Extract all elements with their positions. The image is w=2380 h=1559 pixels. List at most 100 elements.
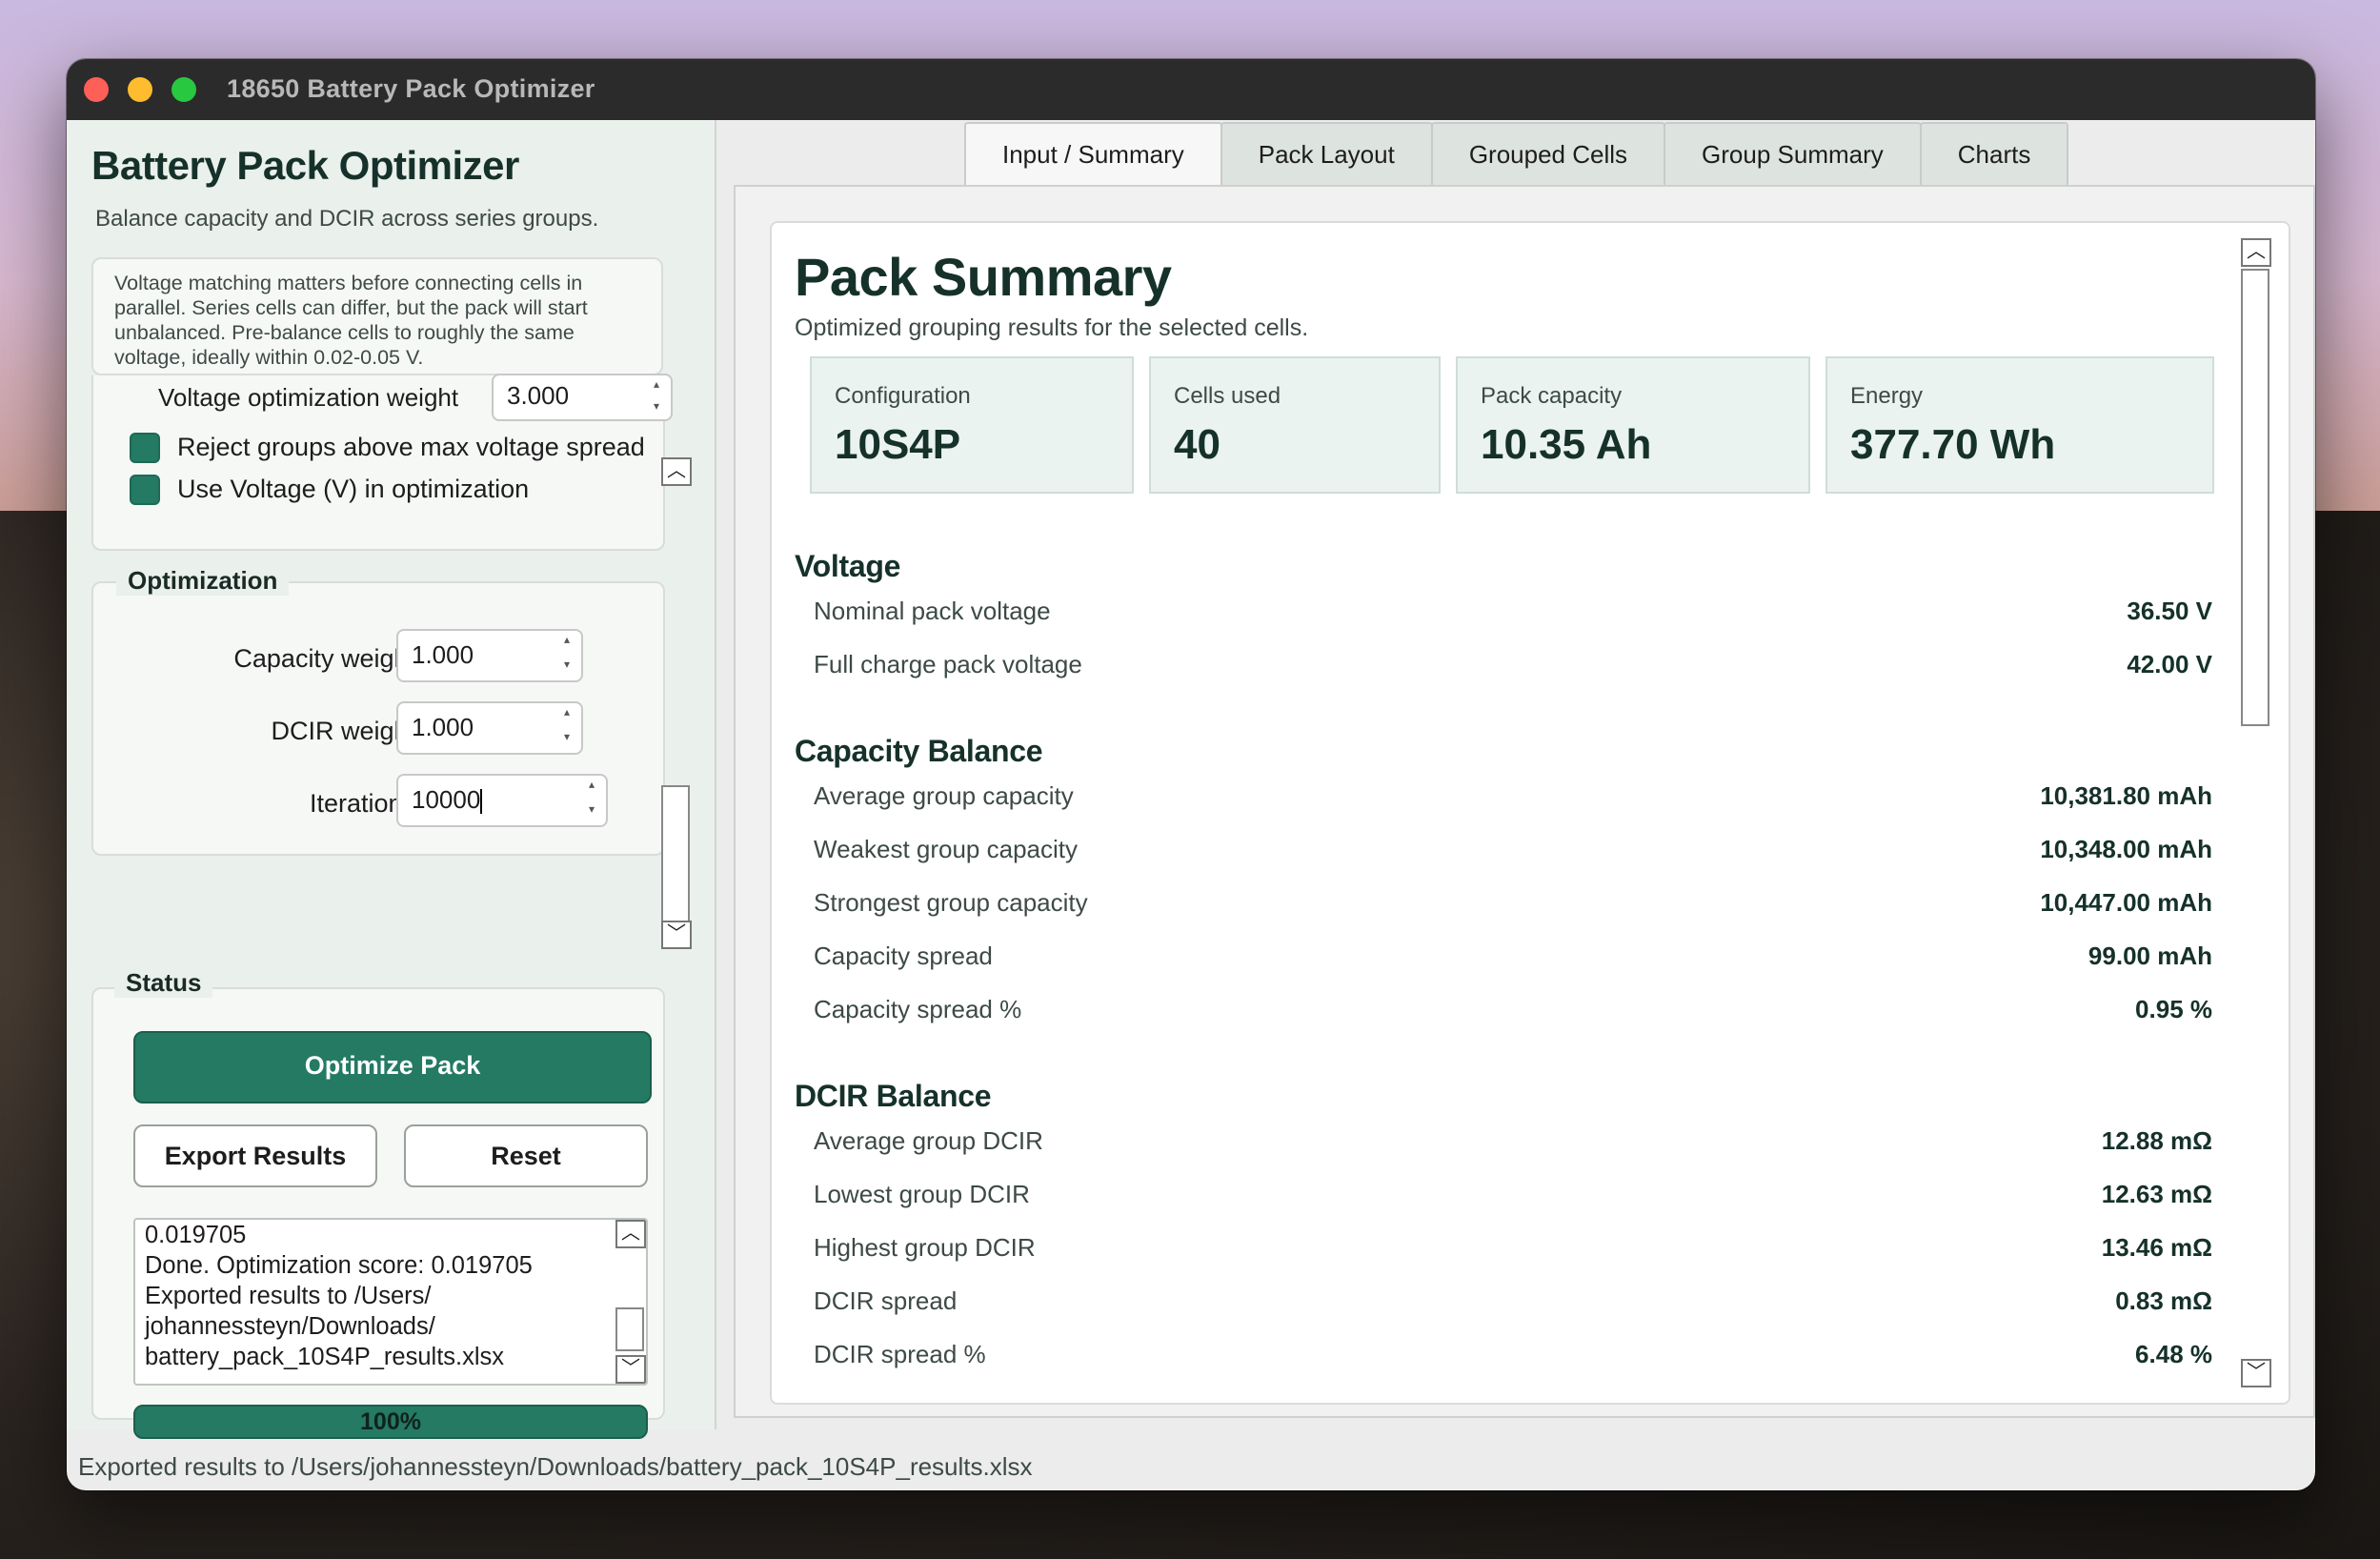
scroll-up-icon[interactable]: ︿ xyxy=(2241,238,2271,267)
row-label: Capacity spread % xyxy=(814,995,1022,1023)
dcir-weight-label: DCIR weight xyxy=(271,717,415,745)
row-value: 10,348.00 mAh xyxy=(2040,835,2212,863)
stat-label: Energy xyxy=(1850,383,1924,409)
stat-card-energy: Energy 377.70 Wh xyxy=(1825,356,2214,494)
spin-up-icon[interactable]: ▴ xyxy=(648,375,665,397)
section-title-capacity: Capacity Balance xyxy=(795,734,1043,768)
row-value: 10,447.00 mAh xyxy=(2040,888,2212,917)
reject-groups-label: Reject groups above max voltage spread xyxy=(177,433,645,461)
dcir-weight-value: 1.000 xyxy=(412,713,474,741)
tab-charts[interactable]: Charts xyxy=(1919,122,2069,185)
row-value: 0.83 mΩ xyxy=(2115,1286,2212,1315)
stat-card-configuration: Configuration 10S4P xyxy=(810,356,1134,494)
progress-bar: 100% xyxy=(133,1405,648,1439)
scroll-down-icon[interactable]: ﹀ xyxy=(615,1355,646,1384)
voltage-weight-label: Voltage optimization weight xyxy=(158,383,459,412)
options-scroll-area: Voltage optimization weight 3.000 ▴ ▾ Re… xyxy=(91,374,673,856)
stat-label: Configuration xyxy=(835,383,971,409)
tab-grouped-cells[interactable]: Grouped Cells xyxy=(1430,122,1666,185)
summary-row: Weakest group capacity 10,348.00 mAh xyxy=(814,835,2212,873)
stat-label: Pack capacity xyxy=(1481,383,1623,409)
app-title: Battery Pack Optimizer xyxy=(91,143,519,188)
scroll-down-icon[interactable]: ﹀ xyxy=(2241,1359,2271,1387)
optimization-title: Optimization xyxy=(116,566,290,596)
row-label: Strongest group capacity xyxy=(814,888,1088,917)
stat-value: 10.35 Ah xyxy=(1481,421,1652,468)
row-label: Nominal pack voltage xyxy=(814,597,1051,625)
capacity-weight-spinbox[interactable]: 1.000 ▴ ▾ xyxy=(396,629,583,682)
summary-row: Capacity spread 99.00 mAh xyxy=(814,941,2212,980)
minimize-window-button[interactable] xyxy=(128,77,152,102)
voltage-weight-spinbox[interactable]: 3.000 ▴ ▾ xyxy=(492,374,673,421)
summary-row: Average group DCIR 12.88 mΩ xyxy=(814,1126,2212,1164)
row-value: 99.00 mAh xyxy=(2088,941,2212,970)
capacity-weight-label: Capacity weight xyxy=(233,644,415,673)
row-label: Average group capacity xyxy=(814,781,1074,810)
spin-up-icon[interactable]: ▴ xyxy=(558,631,575,656)
log-line: Done. Optimization score: 0.019705 xyxy=(145,1252,533,1279)
log-scrollbar-thumb[interactable] xyxy=(615,1307,644,1351)
tab-input-summary[interactable]: Input / Summary xyxy=(964,122,1222,185)
status-bar-message: Exported results to /Users/johannessteyn… xyxy=(78,1452,1033,1481)
row-value: 36.50 V xyxy=(2127,597,2212,625)
row-label: Highest group DCIR xyxy=(814,1233,1036,1262)
scroll-up-icon[interactable]: ︿ xyxy=(615,1220,646,1248)
iterations-value: 10000 xyxy=(412,785,481,814)
tab-content: Pack Summary Optimized grouping results … xyxy=(734,185,2315,1418)
tab-group-summary[interactable]: Group Summary xyxy=(1664,122,1922,185)
capacity-weight-value: 1.000 xyxy=(412,640,474,669)
row-label: Full charge pack voltage xyxy=(814,650,1082,678)
page-subtitle: Optimized grouping results for the selec… xyxy=(795,314,1309,341)
optimize-pack-button[interactable]: Optimize Pack xyxy=(133,1031,652,1103)
iterations-spinbox[interactable]: 10000 ▴ ▾ xyxy=(396,774,608,827)
export-results-button[interactable]: Export Results xyxy=(133,1124,377,1187)
row-value: 13.46 mΩ xyxy=(2101,1233,2212,1262)
row-value: 12.63 mΩ xyxy=(2101,1180,2212,1208)
title-bar: 18650 Battery Pack Optimizer xyxy=(67,59,2315,120)
spin-down-icon[interactable]: ▾ xyxy=(648,397,665,419)
scroll-down-icon[interactable]: ﹀ xyxy=(661,921,692,949)
spin-up-icon[interactable]: ▴ xyxy=(583,776,600,800)
stat-value: 40 xyxy=(1174,421,1220,468)
summary-card: Pack Summary Optimized grouping results … xyxy=(770,221,2290,1405)
row-value: 6.48 % xyxy=(2135,1340,2212,1368)
row-value: 42.00 V xyxy=(2127,650,2212,678)
stat-value: 377.70 Wh xyxy=(1850,421,2056,468)
status-log[interactable]: 0.019705 Done. Optimization score: 0.019… xyxy=(133,1218,648,1386)
summary-scrollbar-thumb[interactable] xyxy=(2241,269,2269,726)
voltage-note: Voltage matching matters before connecti… xyxy=(91,257,663,375)
use-voltage-checkbox[interactable] xyxy=(130,475,160,505)
tab-pack-layout[interactable]: Pack Layout xyxy=(1220,122,1433,185)
summary-row: Average group capacity 10,381.80 mAh xyxy=(814,781,2212,820)
status-title: Status xyxy=(114,968,213,998)
main-panel: Input / Summary Pack Layout Grouped Cell… xyxy=(718,120,2315,1429)
summary-row: Full charge pack voltage 42.00 V xyxy=(814,650,2212,688)
reject-groups-checkbox[interactable] xyxy=(130,433,160,463)
use-voltage-label: Use Voltage (V) in optimization xyxy=(177,475,530,503)
spin-up-icon[interactable]: ▴ xyxy=(558,703,575,728)
summary-row: DCIR spread 0.83 mΩ xyxy=(814,1286,2212,1325)
log-line: Exported results to /Users/ xyxy=(145,1283,432,1309)
row-label: DCIR spread xyxy=(814,1286,958,1315)
reset-button[interactable]: Reset xyxy=(404,1124,648,1187)
tab-bar: Input / Summary Pack Layout Grouped Cell… xyxy=(964,122,2069,185)
row-value: 12.88 mΩ xyxy=(2101,1126,2212,1155)
zoom-window-button[interactable] xyxy=(171,77,196,102)
app-subtitle: Balance capacity and DCIR across series … xyxy=(95,206,599,232)
options-scrollbar-thumb[interactable] xyxy=(661,785,690,922)
row-label: Average group DCIR xyxy=(814,1126,1043,1155)
close-window-button[interactable] xyxy=(84,77,109,102)
sidebar: Battery Pack Optimizer Balance capacity … xyxy=(67,120,716,1439)
row-label: DCIR spread % xyxy=(814,1340,986,1368)
spin-down-icon[interactable]: ▾ xyxy=(583,800,600,825)
section-title-voltage: Voltage xyxy=(795,549,901,583)
spin-down-icon[interactable]: ▾ xyxy=(558,656,575,680)
summary-row: DCIR spread % 6.48 % xyxy=(814,1340,2212,1378)
stat-card-cells-used: Cells used 40 xyxy=(1149,356,1441,494)
scroll-up-icon[interactable]: ︿ xyxy=(661,457,692,486)
row-value: 0.95 % xyxy=(2135,995,2212,1023)
dcir-weight-spinbox[interactable]: 1.000 ▴ ▾ xyxy=(396,701,583,755)
window-title: 18650 Battery Pack Optimizer xyxy=(227,74,595,103)
row-label: Capacity spread xyxy=(814,941,993,970)
spin-down-icon[interactable]: ▾ xyxy=(558,728,575,753)
